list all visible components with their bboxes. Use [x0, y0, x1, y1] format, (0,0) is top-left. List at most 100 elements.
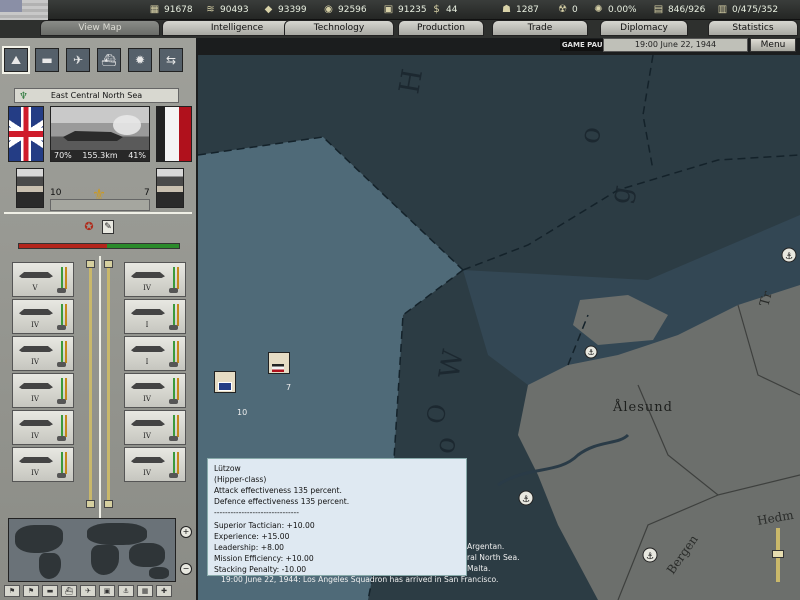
ship-unit-card[interactable]: IV [12, 336, 74, 371]
unit-experience-level: I [145, 321, 149, 329]
resource-value: 1287 [516, 5, 539, 15]
combat-icon[interactable]: ✹ [128, 48, 152, 72]
status-tag-icon [169, 436, 178, 441]
defender-scroll-rail[interactable] [104, 260, 113, 508]
tooltip-line: Mission Efficiency: +10.00 [214, 554, 314, 563]
attacker-strength-fill [19, 244, 107, 248]
ship-unit-card[interactable]: IV [12, 410, 74, 445]
log-line: Malta. [467, 564, 491, 573]
organization-bar [177, 378, 179, 400]
organization-bar [65, 452, 67, 474]
tab-statistics[interactable]: Statistics [708, 20, 798, 36]
filter-naval-icon[interactable]: ⛴ [61, 585, 77, 597]
unit-experience-level: IV [31, 432, 39, 440]
strength-bar [61, 452, 63, 474]
filter-base-icon[interactable]: ⚓ [118, 585, 134, 597]
battle-image: 70% 155.3km 41% [50, 106, 150, 162]
minimap[interactable] [8, 518, 176, 582]
zoom-in-button[interactable]: + [180, 526, 192, 538]
resource-manpower: ☗ 1287 [500, 3, 539, 17]
status-tag-icon [57, 288, 66, 293]
logistics-icon[interactable]: ⇆ [159, 48, 183, 72]
tooltip-line: Attack effectiveness 135 percent. [214, 486, 342, 495]
map-mode-buttons: ⛰ ▬ ✈ ⛴ ✹ ⇆ [2, 46, 183, 74]
menu-button[interactable]: Menu [750, 38, 796, 52]
filter-city-icon[interactable]: ▦ [137, 585, 153, 597]
attacker-scroll-rail[interactable] [86, 260, 95, 508]
filter-misc-icon[interactable]: ✚ [156, 585, 172, 597]
tooltip-line: ------------------------------- [214, 508, 299, 517]
defender-commander-portrait[interactable] [156, 168, 184, 208]
unit-experience-level: IV [143, 432, 151, 440]
land-units-icon[interactable]: ▬ [35, 48, 59, 72]
battle-region: ♆ East Central North Sea [14, 88, 179, 103]
scroll-knob-bottom[interactable] [86, 500, 95, 508]
ship-unit-card[interactable]: IV [124, 447, 186, 482]
ship-silhouette-icon [131, 457, 165, 463]
scroll-knob-bottom[interactable] [104, 500, 113, 508]
log-scrollbar[interactable] [772, 528, 784, 582]
tooltip-line: Defence effectiveness 135 percent. [214, 497, 350, 506]
resource-value: 90493 [220, 5, 249, 15]
ship-unit-card[interactable]: I [124, 336, 186, 371]
organization-bar [177, 415, 179, 437]
german-fleet-counter[interactable]: 7 [268, 352, 291, 392]
log-line: ral North Sea. [467, 553, 520, 562]
organization-bar [177, 304, 179, 326]
filter-supply-icon[interactable]: ▣ [99, 585, 115, 597]
filter-flag-icon[interactable]: ⚑ [23, 585, 39, 597]
organization-bar [177, 267, 179, 289]
strength-bar [173, 341, 175, 363]
resource-metal: ≋ 90493 [204, 3, 249, 17]
status-tag-icon [57, 362, 66, 367]
ship-unit-card[interactable]: I [124, 299, 186, 334]
scroll-knob-top[interactable] [104, 260, 113, 268]
nation-flag-icon[interactable] [0, 0, 48, 20]
center-divider [99, 256, 101, 546]
tab-diplomacy[interactable]: Diplomacy [600, 20, 688, 36]
ship-unit-card[interactable]: IV [12, 373, 74, 408]
ship-unit-card[interactable]: IV [12, 447, 74, 482]
strength-bar [173, 304, 175, 326]
scroll-knob-top[interactable] [86, 260, 95, 268]
filter-land-icon[interactable]: ▬ [42, 585, 58, 597]
svg-text:⚓: ⚓ [587, 348, 594, 357]
ship-unit-card[interactable]: IV [124, 262, 186, 297]
filter-air-icon[interactable]: ✈ [80, 585, 96, 597]
tab-trade[interactable]: Trade [492, 20, 588, 36]
naval-base-icon: ⚓ [781, 247, 797, 263]
resource-value: 0/475/352 [732, 5, 779, 15]
terrain-map-icon[interactable]: ⛰ [2, 46, 30, 74]
strength-bar [61, 304, 63, 326]
status-tag-icon [169, 473, 178, 478]
zoom-out-button[interactable]: − [180, 563, 192, 575]
tab-view-map[interactable]: View Map [40, 20, 160, 36]
resource-dissent: ✺ 0.00% [592, 3, 636, 17]
resource-value: 91678 [164, 5, 193, 15]
naval-units-icon[interactable]: ⛴ [97, 48, 121, 72]
sea-label-letter: W [432, 347, 470, 381]
medal-icon: ✪ [84, 220, 94, 233]
tab-production[interactable]: Production [398, 20, 484, 36]
defender-commander-skill: 7 [144, 188, 150, 198]
ship-unit-card[interactable]: IV [124, 373, 186, 408]
strength-bar [61, 267, 63, 289]
organization-bar [65, 341, 67, 363]
uk-fleet-counter[interactable]: 10 [214, 371, 247, 417]
ship-silhouette-icon [19, 383, 53, 389]
air-units-icon[interactable]: ✈ [66, 48, 90, 72]
ship-unit-card[interactable]: V [12, 262, 74, 297]
filter-flag-icon[interactable]: ⚑ [4, 585, 20, 597]
ship-silhouette-icon [19, 309, 53, 315]
ship-unit-card[interactable]: IV [124, 410, 186, 445]
ship-unit-card[interactable]: IV [12, 299, 74, 334]
tab-technology[interactable]: Technology [284, 20, 394, 36]
attacker-unit-stack: V IV IV IV IV IV [12, 262, 74, 484]
strength-bar [61, 341, 63, 363]
unit-experience-level: IV [31, 469, 39, 477]
log-scroll-knob[interactable] [772, 550, 784, 558]
log-line: Argentan. [467, 542, 505, 551]
battle-panel: ⛰ ▬ ✈ ⛴ ✹ ⇆ ♆ East Central North Sea 70% 155.… [0, 38, 196, 600]
attacker-commander-portrait[interactable] [16, 168, 44, 208]
strength-bar [61, 378, 63, 400]
